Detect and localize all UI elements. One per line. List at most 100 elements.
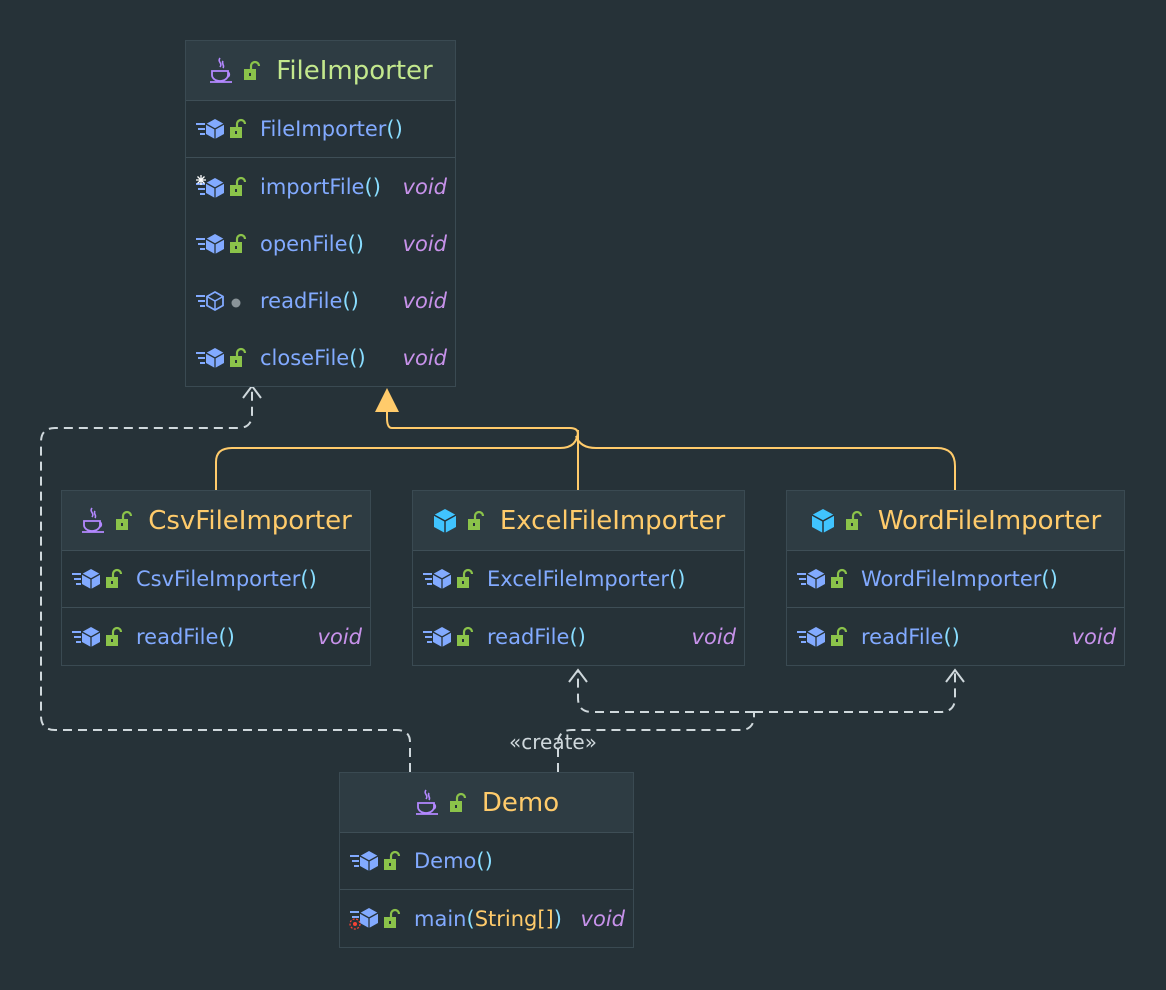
member-name: importFile	[260, 174, 365, 199]
member-signature: Demo()	[414, 849, 625, 873]
open-paren: (	[466, 906, 475, 931]
generalization-arrowhead	[375, 388, 399, 412]
member-signature: FileImporter()	[260, 117, 447, 141]
method-icon	[421, 568, 455, 590]
member-signature: ExcelFileImporter()	[487, 567, 736, 591]
method-row[interactable]: readFile() void	[787, 608, 1124, 665]
method-icon	[194, 118, 228, 140]
open-paren: (	[218, 624, 227, 649]
method-row[interactable]: readFile() void	[186, 272, 455, 329]
close-paren: )	[394, 117, 403, 141]
public-lock-icon	[844, 510, 864, 532]
package-dot-icon	[228, 290, 260, 312]
method-row[interactable]: main(String[]) void	[340, 890, 633, 947]
dependency-arrowhead-excel	[568, 668, 588, 683]
method-icon	[348, 850, 382, 872]
edge-generalization-excel	[386, 406, 579, 490]
class-header: CsvFileImporter	[62, 491, 370, 551]
return-type: void	[1071, 624, 1116, 649]
edge-generalization-csv	[215, 429, 579, 490]
class-node-wordfileimporter[interactable]: WordFileImporter WordFileImporter() read…	[786, 490, 1125, 666]
member-name: readFile	[260, 288, 343, 313]
member-name: closeFile	[260, 345, 350, 370]
close-paren: )	[308, 567, 317, 591]
java-class-icon	[414, 788, 440, 818]
class-node-csvfileimporter[interactable]: CsvFileImporter CsvFileImporter() readFi…	[61, 490, 371, 666]
abstract-method-icon	[194, 290, 228, 312]
class-node-excelfileimporter[interactable]: ExcelFileImporter ExcelFileImporter() re…	[412, 490, 745, 666]
open-paren: (	[669, 567, 678, 591]
public-lock-icon	[228, 347, 260, 369]
open-paren: (	[476, 849, 485, 873]
public-lock-icon	[228, 233, 260, 255]
method-icon	[795, 568, 829, 590]
class-header: FileImporter	[186, 41, 455, 101]
close-paren: )	[677, 567, 686, 591]
member-name: openFile	[260, 231, 348, 256]
method-row[interactable]: openFile() void	[186, 215, 455, 272]
open-paren: (	[569, 624, 578, 649]
method-row[interactable]: readFile() void	[413, 608, 744, 665]
public-lock-icon	[114, 510, 134, 532]
member-signature: main(String[])	[414, 907, 571, 931]
member-signature: closeFile()	[260, 346, 393, 370]
param-type: String[]	[474, 906, 554, 931]
member-name: readFile	[861, 624, 944, 649]
class-node-fileimporter[interactable]: FileImporter FileImporter() importFile()…	[185, 40, 456, 387]
public-lock-icon	[104, 568, 136, 590]
constructor-row[interactable]: Demo()	[340, 833, 633, 890]
edge-create-excel	[577, 670, 754, 713]
public-lock-icon	[382, 850, 414, 872]
member-name: CsvFileImporter	[136, 567, 301, 591]
class-header: WordFileImporter	[787, 491, 1124, 551]
dependency-arrowhead-fileimporter	[242, 384, 262, 399]
final-method-icon	[194, 174, 228, 199]
class-header: ExcelFileImporter	[413, 491, 744, 551]
open-paren: (	[1041, 567, 1050, 591]
public-lock-icon	[455, 626, 487, 648]
method-icon	[194, 347, 228, 369]
public-lock-icon	[228, 118, 260, 140]
edge-generalization-word	[575, 435, 956, 490]
class-cube-icon	[432, 507, 458, 535]
constructor-row[interactable]: WordFileImporter()	[787, 551, 1124, 608]
constructor-row[interactable]: CsvFileImporter()	[62, 551, 370, 608]
member-name: readFile	[136, 624, 219, 649]
public-lock-icon	[466, 510, 486, 532]
method-icon	[421, 626, 455, 648]
method-row[interactable]: importFile() void	[186, 158, 455, 215]
return-type: void	[317, 624, 362, 649]
class-name: Demo	[481, 787, 560, 818]
class-cube-icon	[810, 507, 836, 535]
public-lock-icon	[104, 626, 136, 648]
java-class-icon	[80, 506, 106, 536]
member-signature: WordFileImporter()	[861, 567, 1116, 591]
open-paren: (	[300, 567, 309, 591]
public-lock-icon	[829, 568, 861, 590]
method-row[interactable]: readFile() void	[62, 608, 370, 665]
member-signature: CsvFileImporter()	[136, 567, 362, 591]
close-paren: )	[577, 624, 586, 649]
member-name: FileImporter	[260, 117, 387, 141]
member-name: ExcelFileImporter	[487, 567, 670, 591]
class-node-demo[interactable]: Demo Demo() main(String[]) void	[339, 772, 634, 948]
member-signature: openFile()	[260, 232, 393, 256]
close-paren: )	[484, 849, 493, 873]
class-name: ExcelFileImporter	[499, 505, 726, 536]
method-icon	[795, 626, 829, 648]
method-icon	[70, 626, 104, 648]
return-type: void	[691, 624, 736, 649]
member-signature: readFile()	[136, 625, 308, 649]
open-paren: (	[364, 174, 373, 199]
return-type: void	[580, 906, 625, 931]
constructor-row[interactable]: FileImporter()	[186, 101, 455, 158]
method-icon	[70, 568, 104, 590]
dependency-arrowhead-word	[945, 668, 965, 683]
constructor-row[interactable]: ExcelFileImporter()	[413, 551, 744, 608]
static-main-method-icon	[348, 907, 382, 931]
open-paren: (	[943, 624, 952, 649]
member-signature: readFile()	[861, 625, 1062, 649]
method-row[interactable]: closeFile() void	[186, 329, 455, 386]
public-lock-icon	[382, 908, 414, 930]
member-name: main	[414, 906, 467, 931]
